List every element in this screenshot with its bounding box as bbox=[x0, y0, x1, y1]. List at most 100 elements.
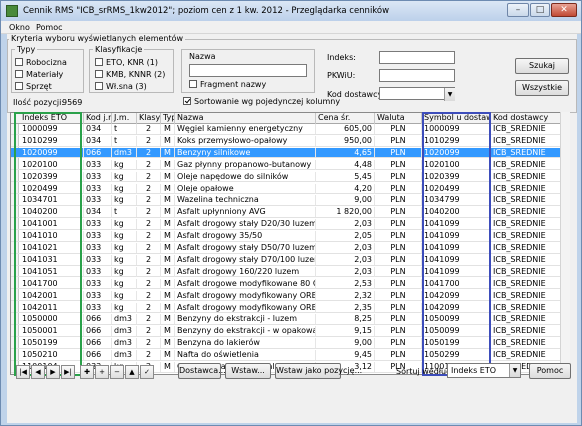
checkbox-icon bbox=[15, 70, 23, 78]
search-button[interactable]: Szukaj bbox=[515, 58, 569, 74]
table-cell: PLN bbox=[375, 314, 422, 325]
help-button[interactable]: Pomoc bbox=[529, 363, 571, 379]
all-button[interactable]: Wszystkie bbox=[515, 80, 569, 96]
column-header[interactable]: Cena śr. bbox=[316, 113, 375, 124]
table-cell: M bbox=[161, 135, 175, 146]
pkwiu-input[interactable] bbox=[379, 69, 455, 82]
criteria-title: Kryteria wyboru wyświetlanych elementów bbox=[9, 34, 186, 43]
close-button[interactable]: ✕ bbox=[551, 3, 577, 17]
table-cell: 2 bbox=[137, 183, 161, 194]
name-title: Nazwa bbox=[187, 52, 218, 61]
table-cell: ICB_SREDNIE bbox=[491, 231, 561, 241]
next-record-button[interactable]: ▶ bbox=[46, 365, 60, 379]
table-cell: PLN bbox=[375, 195, 422, 206]
table-cell: Asfalt drogowy 35/50 bbox=[175, 231, 316, 242]
app-icon bbox=[6, 5, 18, 17]
column-header[interactable]: Kod j.m. bbox=[84, 113, 112, 124]
app-window: Cennik RMS "ICB_srRMS_1kw2012"; poziom c… bbox=[0, 0, 582, 426]
first-record-button[interactable]: |◀ bbox=[16, 365, 30, 379]
table-cell: 033 bbox=[84, 195, 112, 206]
edit-button[interactable]: ▲ bbox=[125, 365, 139, 379]
table-cell: 950,00 bbox=[316, 135, 375, 146]
minimize-button[interactable]: – bbox=[507, 3, 529, 17]
menu-pomoc[interactable]: Pomoc bbox=[36, 23, 63, 32]
insert-button[interactable]: Wstaw... bbox=[225, 363, 271, 379]
vertical-scrollbar[interactable] bbox=[560, 112, 570, 375]
table-cell: 2 bbox=[137, 350, 161, 361]
type-robocizna[interactable]: Robocizna bbox=[15, 58, 67, 67]
table-cell: 066 bbox=[84, 147, 112, 158]
table-cell: dm3 bbox=[112, 314, 137, 325]
supplier-symbol-highlight bbox=[422, 112, 491, 376]
table-cell: M bbox=[161, 326, 175, 337]
prev-record-button[interactable]: ◀ bbox=[31, 365, 45, 379]
add-button[interactable]: + bbox=[95, 365, 109, 379]
sort-by-select[interactable]: Indeks ETO ▼ bbox=[447, 363, 521, 378]
pkwiu-label: PKWiU: bbox=[327, 71, 356, 80]
table-cell: ICB_SREDNIE bbox=[491, 219, 561, 229]
checkbox-checked-icon bbox=[183, 97, 191, 105]
table-cell: kg bbox=[112, 159, 137, 170]
menu-okno[interactable]: Okno bbox=[9, 23, 30, 32]
table-cell: PLN bbox=[375, 338, 422, 349]
classif-3[interactable]: Wł.sna (3) bbox=[95, 82, 147, 91]
name-input[interactable] bbox=[189, 64, 307, 77]
sort-single-column-checkbox[interactable]: Sortowanie wg pojedynczej kolumny bbox=[183, 97, 340, 106]
column-header[interactable]: Nazwa bbox=[175, 113, 316, 124]
dropdown-arrow-icon[interactable]: ▼ bbox=[444, 88, 455, 101]
table-cell: kg bbox=[112, 266, 137, 277]
type-materialy[interactable]: Materiały bbox=[15, 70, 63, 79]
table-cell: 4,20 bbox=[316, 183, 375, 194]
insert-as-position-button[interactable]: Wstaw jako pozycję... bbox=[275, 363, 362, 379]
column-header[interactable]: Typ bbox=[161, 113, 175, 124]
fragment-checkbox[interactable]: Fragment nazwy bbox=[189, 80, 266, 89]
table-cell: 066 bbox=[84, 326, 112, 337]
checkbox-icon bbox=[95, 70, 103, 78]
table-cell: 2 bbox=[137, 278, 161, 289]
supplier-button[interactable]: Dostawca... bbox=[178, 363, 226, 379]
column-header[interactable]: J.m. bbox=[112, 113, 137, 124]
table-cell: 9,45 bbox=[316, 350, 375, 361]
table-cell: ICB_SREDNIE bbox=[491, 148, 561, 158]
table-cell: Asfalt drogowy 160/220 luzem bbox=[175, 266, 316, 277]
index-input[interactable] bbox=[379, 51, 455, 64]
table-cell: 033 bbox=[84, 266, 112, 277]
table-cell: t bbox=[112, 135, 137, 146]
table-cell: 2,35 bbox=[316, 302, 375, 313]
post-button[interactable]: ✓ bbox=[140, 365, 154, 379]
table-cell: Asfalt drogowy stały D20/30 luzem bbox=[177, 219, 316, 230]
table-cell: M bbox=[161, 159, 175, 170]
table-cell: M bbox=[161, 314, 175, 325]
table-cell: Asfalt drogowy modyfikowany ORBITON 30 bbox=[177, 290, 316, 301]
table-cell: PLN bbox=[375, 171, 422, 182]
table-cell: 2 bbox=[137, 231, 161, 242]
column-header[interactable]: Klasyf. bbox=[137, 113, 161, 124]
table-cell: Oleje opałowe bbox=[175, 183, 316, 194]
column-header[interactable]: Waluta bbox=[375, 113, 422, 124]
table-cell: PLN bbox=[375, 278, 422, 289]
maximize-button[interactable]: □ bbox=[530, 3, 550, 17]
table-cell: 2 bbox=[137, 302, 161, 313]
type-sprzet[interactable]: Sprzęt bbox=[15, 82, 52, 91]
table-cell: 605,00 bbox=[316, 124, 375, 134]
table-cell: Asfalt drogowy modyfikowany ORBITON 80 bbox=[177, 302, 316, 313]
table-cell: 2 bbox=[137, 326, 161, 337]
table-cell: 066 bbox=[84, 350, 112, 361]
count-label: Ilość pozycji: bbox=[13, 98, 65, 107]
table-cell: Gaz płynny propanowo-butanowy bbox=[175, 159, 316, 170]
classif-2[interactable]: KMB, KNNR (2) bbox=[95, 70, 165, 79]
count-value: 9569 bbox=[62, 98, 83, 107]
table-cell: 2 bbox=[137, 219, 161, 230]
classif-1[interactable]: ETO, KNR (1) bbox=[95, 58, 158, 67]
types-title: Typy bbox=[15, 45, 38, 54]
table-cell: 2,03 bbox=[316, 219, 375, 230]
column-header[interactable]: Kod dostawcy bbox=[491, 113, 561, 124]
table-cell: Węgiel kamienny energetyczny bbox=[175, 124, 316, 134]
delete-button[interactable]: − bbox=[110, 365, 124, 379]
last-record-button[interactable]: ▶| bbox=[61, 365, 75, 379]
insert-record-button[interactable]: ✚ bbox=[80, 365, 94, 379]
table-cell: 2 bbox=[137, 338, 161, 349]
window-title: Cennik RMS "ICB_srRMS_1kw2012"; poziom c… bbox=[23, 6, 390, 16]
table-cell: 033 bbox=[84, 231, 112, 242]
table-cell: 9,00 bbox=[316, 338, 375, 349]
